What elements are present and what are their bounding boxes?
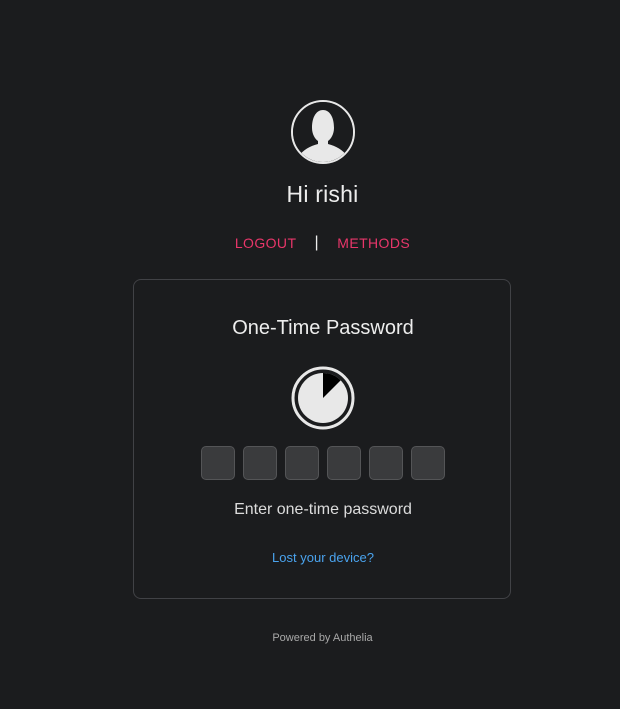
link-separator: | (314, 234, 319, 251)
otp-digit-input[interactable] (369, 446, 403, 480)
logout-link[interactable]: LOGOUT (235, 235, 296, 251)
login-page: Hi rishi LOGOUT | METHODS One-Time Passw… (0, 0, 620, 709)
otp-card-title: One-Time Password (232, 317, 414, 339)
otp-input-group (201, 446, 445, 482)
methods-link[interactable]: METHODS (337, 235, 410, 251)
lost-device-link[interactable]: Lost your device? (134, 550, 512, 565)
otp-digit-input[interactable] (411, 446, 445, 480)
user-avatar-icon (291, 100, 355, 164)
otp-prompt-text: Enter one-time password (234, 501, 412, 518)
otp-digit-input[interactable] (327, 446, 361, 480)
otp-digit-input[interactable] (285, 446, 319, 480)
powered-by-footer: Powered by Authelia (272, 632, 373, 644)
auth-links: LOGOUT | METHODS (0, 234, 620, 253)
otp-digit-input[interactable] (243, 446, 277, 480)
otp-digit-input[interactable] (201, 446, 235, 480)
otp-card: One-Time Password Enter one-time passwor… (133, 279, 511, 599)
otp-timer-icon (291, 366, 355, 430)
greeting-title: Hi rishi (286, 181, 359, 207)
